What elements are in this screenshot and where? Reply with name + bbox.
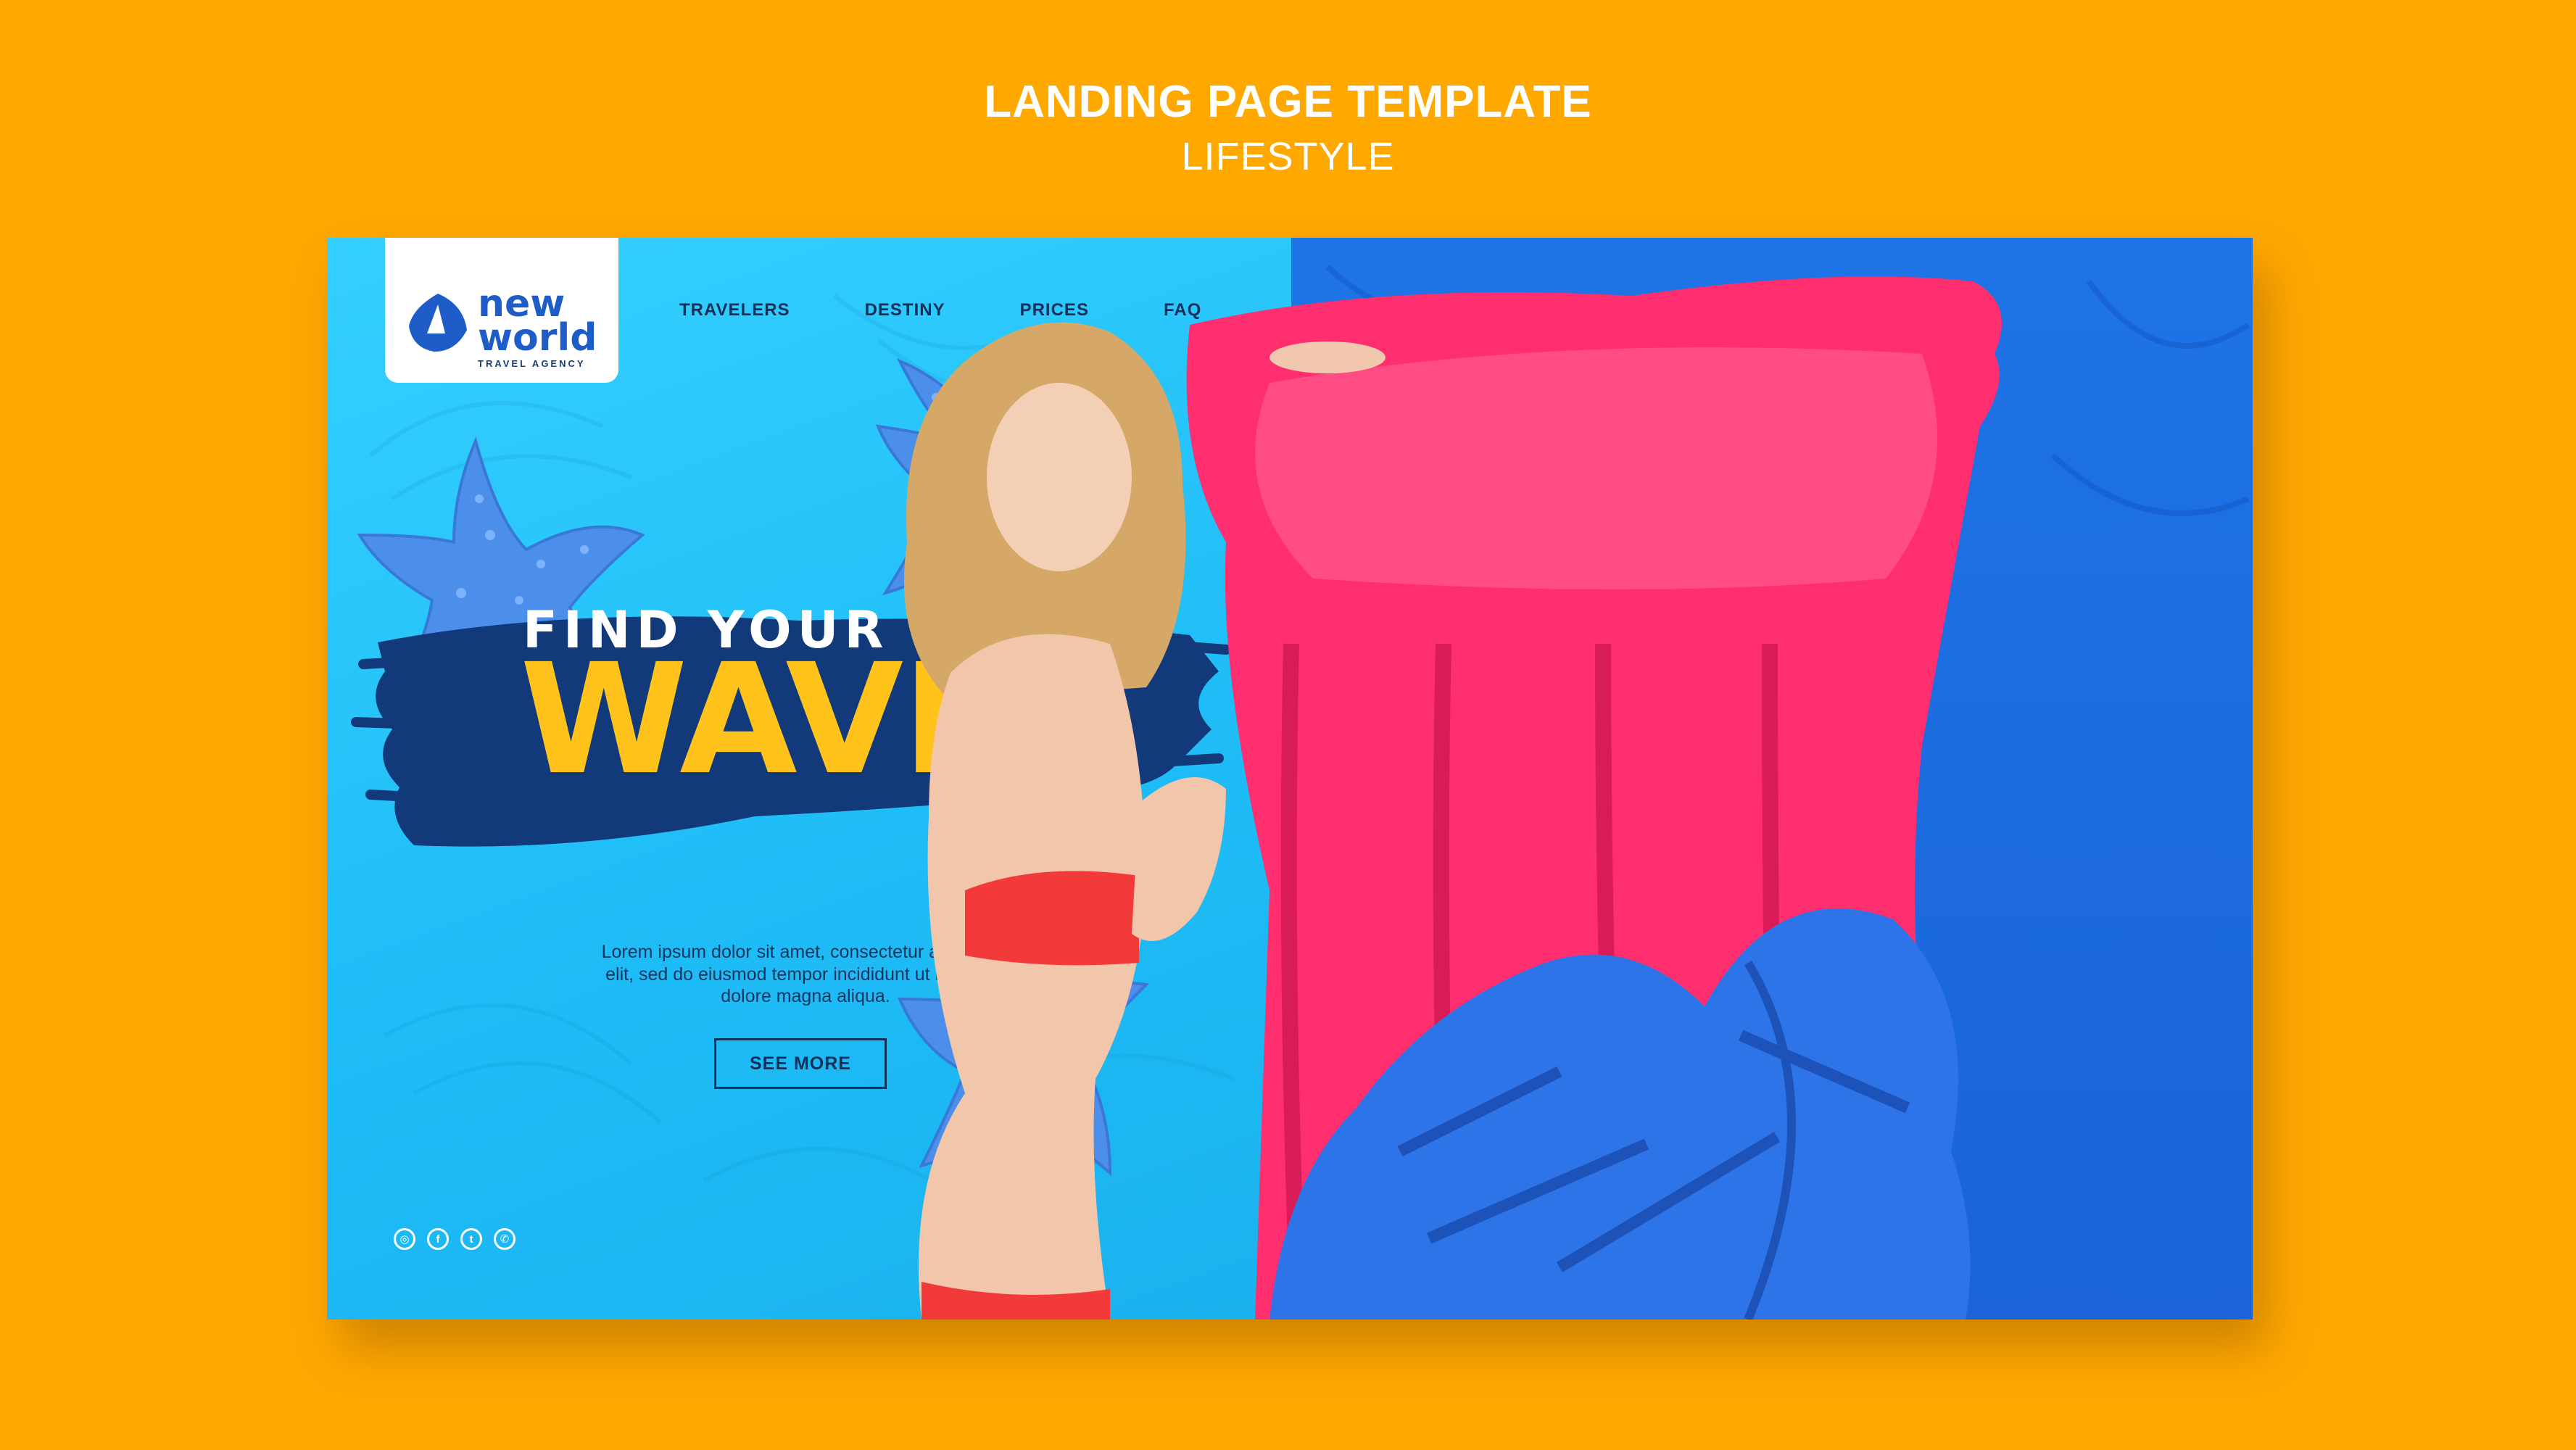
logo-text: new world TRAVEL AGENCY	[478, 285, 597, 369]
page-heading-title: LANDING PAGE TEMPLATE	[984, 77, 1592, 127]
woman-body	[919, 634, 1146, 1320]
whatsapp-icon[interactable]: ✆	[494, 1228, 515, 1250]
logo-line-agency: TRAVEL AGENCY	[478, 357, 586, 369]
nav-item-travelers[interactable]: TRAVELERS	[679, 300, 790, 320]
nav-item-prices[interactable]: PRICES	[1020, 300, 1089, 320]
nav-item-faq[interactable]: FAQ	[1164, 300, 1201, 320]
social-links: ◎ f t ✆	[394, 1228, 515, 1250]
woman-arm	[1132, 777, 1226, 941]
landing-page-mockup: FIND YOUR WAVE Lorem ipsum dolor sit ame…	[327, 238, 2253, 1320]
woman-face	[987, 383, 1132, 571]
logo-line-world: world	[478, 315, 597, 360]
instagram-icon[interactable]: ◎	[394, 1228, 415, 1250]
swimsuit-top	[965, 871, 1139, 966]
logo-card[interactable]: new world TRAVEL AGENCY	[385, 238, 618, 383]
nav-item-destiny[interactable]: DESTINY	[865, 300, 945, 320]
facebook-icon[interactable]: f	[427, 1228, 449, 1250]
logo-mark-icon	[409, 294, 467, 352]
twitter-icon[interactable]: t	[460, 1228, 482, 1250]
page-heading-subtitle: LIFESTYLE	[1181, 135, 1395, 178]
hero-photo-illustration	[904, 276, 2002, 1320]
main-nav: TRAVELERS DESTINY PRICES FAQ	[679, 300, 1201, 320]
